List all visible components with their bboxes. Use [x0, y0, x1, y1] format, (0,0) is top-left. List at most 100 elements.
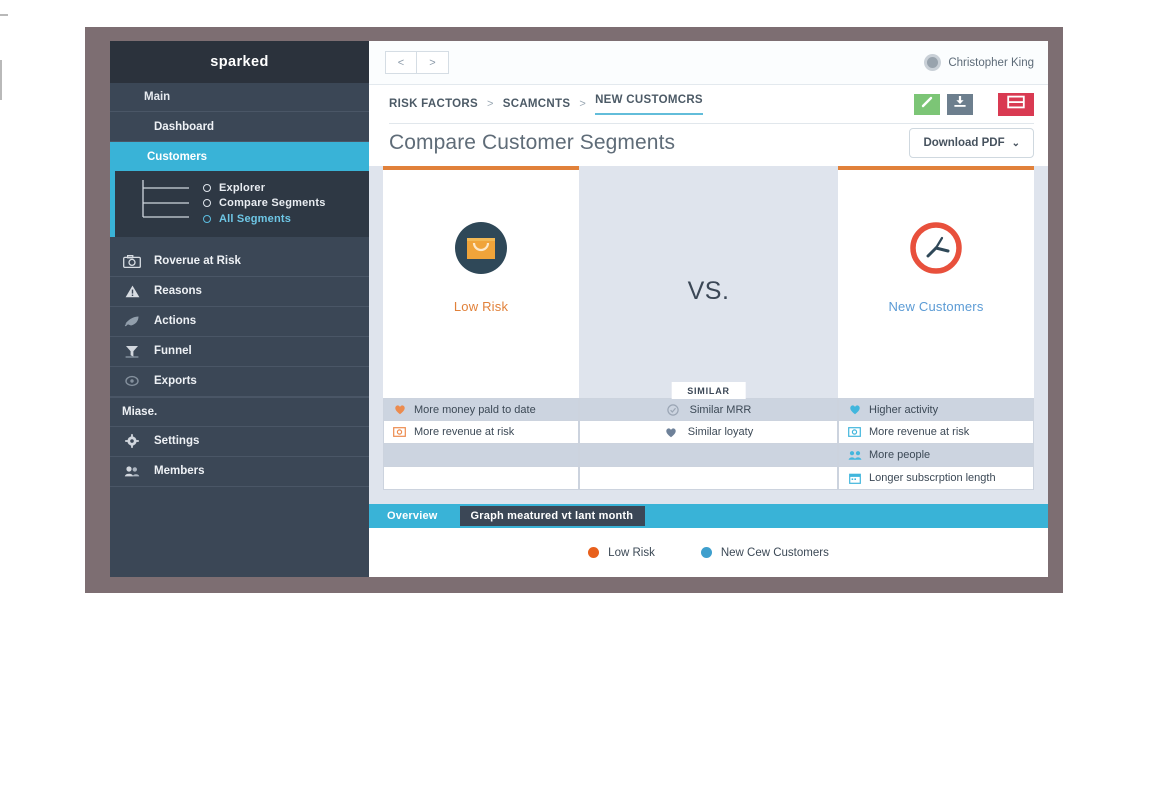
page-title-bar: Compare Customer Segments Download PDF ⌄: [369, 124, 1048, 166]
warning-triangle-icon: [120, 283, 144, 299]
money-icon: [392, 427, 407, 437]
tab-overview[interactable]: Overview: [375, 510, 450, 522]
sidebar-item-revenue-at-risk[interactable]: Roverue at Risk: [110, 246, 369, 277]
pencil-icon: [920, 95, 934, 114]
feature-label: Similar loyaty: [687, 426, 754, 438]
back-button[interactable]: <: [385, 51, 417, 74]
clock-prohibited-icon: [907, 219, 965, 277]
bottom-tab-bar: Overview Graph meatured vt lant month: [369, 504, 1048, 528]
calendar-icon: [847, 473, 862, 484]
radio-icon: [203, 199, 211, 208]
feature-column-middle: Similar MRR Similar loyaty: [579, 398, 838, 490]
heart-icon: [664, 427, 679, 438]
segment-card-new-customers[interactable]: New Customers: [838, 166, 1034, 398]
feature-label: More people: [869, 449, 931, 461]
sidebar-section-main-label: Main: [144, 91, 171, 103]
download-pdf-button[interactable]: Download PDF ⌄: [909, 128, 1034, 158]
sidebar-item-dashboard[interactable]: Dashboard: [110, 112, 369, 142]
brand-logo[interactable]: sparked: [110, 41, 369, 83]
chevron-down-icon: ⌄: [1011, 137, 1020, 149]
avatar: [924, 54, 942, 71]
camera-icon: [120, 253, 144, 269]
segment-card-low-risk[interactable]: Low Risk: [383, 166, 579, 398]
legend-item-new-customers[interactable]: New Cew Customers: [700, 547, 829, 559]
rocket-icon: [120, 313, 144, 329]
sidebar-item-actions[interactable]: Actions: [110, 306, 369, 337]
sidebar-item-members-label: Members: [154, 465, 205, 477]
feature-row: Longer subscrption length: [838, 467, 1034, 490]
scan-edge-mark-top: [0, 14, 8, 16]
breadcrumb-separator-icon: >: [487, 98, 494, 110]
main-content: < > Christopher King RISK FACTORS > SCAM…: [369, 41, 1048, 577]
feature-row: More revenue at risk: [838, 421, 1034, 444]
feature-row-empty: [579, 467, 838, 490]
feature-label: Higher activity: [869, 403, 939, 416]
legend-item-low-risk[interactable]: Low Risk: [588, 547, 655, 559]
user-menu[interactable]: Christopher King: [924, 54, 1034, 71]
submenu-item-compare-segments[interactable]: Compare Segments: [203, 196, 369, 212]
submenu-item-explorer[interactable]: Explorer: [203, 180, 369, 196]
feature-row: Similar loyaty: [579, 421, 838, 444]
edit-button[interactable]: [914, 93, 940, 115]
sidebar-item-customers[interactable]: Customers: [110, 142, 369, 171]
circle-check-icon: [666, 403, 681, 416]
tab-graph-measured[interactable]: Graph meatured vt lant month: [459, 506, 646, 526]
feature-label: More revenue at risk: [869, 426, 970, 438]
segment-cards: Low Risk VS. SIMILAR New Customers: [369, 166, 1048, 399]
segment-card-new-customers-label: New Customers: [888, 299, 984, 314]
sidebar-item-funnel[interactable]: Funnel: [110, 336, 369, 367]
download-button[interactable]: [947, 93, 973, 115]
feature-comparison: More money pald to date More revenue at …: [369, 398, 1048, 490]
action-button-group: [914, 92, 1034, 116]
sidebar-item-settings[interactable]: Settings: [110, 426, 369, 457]
scan-edge-mark-left: [0, 60, 2, 100]
feature-row-empty: [579, 444, 838, 467]
feature-label: More revenue at risk: [414, 426, 515, 438]
breadcrumb-item-new-customers[interactable]: NEW CUSTOMCRS: [595, 94, 703, 115]
feature-row-empty: [383, 444, 579, 467]
window-frame: sparked Main Dashboard Customers Explore…: [85, 27, 1063, 593]
application-window: sparked Main Dashboard Customers Explore…: [110, 41, 1048, 577]
sidebar-submenu-customers: Explorer Compare Segments All Segments: [110, 171, 369, 237]
feature-row-empty: [383, 467, 579, 490]
segment-card-low-risk-label: Low Risk: [453, 299, 509, 314]
forward-button[interactable]: >: [417, 51, 449, 74]
members-icon: [120, 463, 144, 479]
sidebar-section-main: Main: [110, 83, 369, 112]
feature-row: More money pald to date: [383, 398, 579, 421]
sidebar-item-customers-label: Customers: [147, 150, 208, 163]
feature-column-left: More money pald to date More revenue at …: [383, 398, 579, 490]
feature-label: More money pald to date: [414, 403, 536, 416]
sidebar-item-reasons-label: Reasons: [154, 285, 202, 297]
sidebar-gap: [110, 236, 369, 247]
sidebar-item-exports[interactable]: Exports: [110, 366, 369, 397]
sidebar-item-members[interactable]: Members: [110, 456, 369, 487]
breadcrumb-item-segments[interactable]: SCAMCNTS: [503, 98, 571, 110]
heart-icon: [847, 404, 862, 415]
compare-panel: Low Risk VS. SIMILAR New Customers More …: [369, 166, 1048, 577]
submenu-item-compare-segments-label: Compare Segments: [219, 197, 326, 210]
heart-icon: [392, 404, 407, 415]
layout-icon: [1007, 95, 1025, 114]
submenu-item-all-segments-label: All Segments: [219, 212, 292, 225]
feature-row: More people: [838, 444, 1034, 467]
submenu-item-all-segments[interactable]: All Segments: [203, 211, 369, 227]
feature-row: Higher activity: [838, 398, 1034, 421]
people-icon: [847, 450, 862, 461]
legend-color-swatch: [700, 547, 712, 558]
funnel-icon: [120, 343, 144, 359]
legend-color-swatch: [588, 547, 600, 558]
sidebar-item-funnel-label: Funnel: [154, 345, 192, 357]
export-icon: [120, 373, 144, 389]
breadcrumb-item-risk-factors[interactable]: RISK FACTORS: [389, 98, 478, 110]
brand-label: sparked: [210, 54, 269, 70]
sidebar-item-reasons[interactable]: Reasons: [110, 276, 369, 307]
versus-column: VS. SIMILAR: [579, 166, 838, 399]
layout-button[interactable]: [998, 92, 1034, 116]
sidebar: sparked Main Dashboard Customers Explore…: [110, 41, 369, 577]
page-title: Compare Customer Segments: [389, 131, 676, 154]
breadcrumb-separator-icon: >: [579, 98, 587, 110]
legend-label: Low Risk: [608, 546, 655, 559]
download-icon: [953, 95, 967, 113]
submenu-item-explorer-label: Explorer: [219, 181, 266, 194]
